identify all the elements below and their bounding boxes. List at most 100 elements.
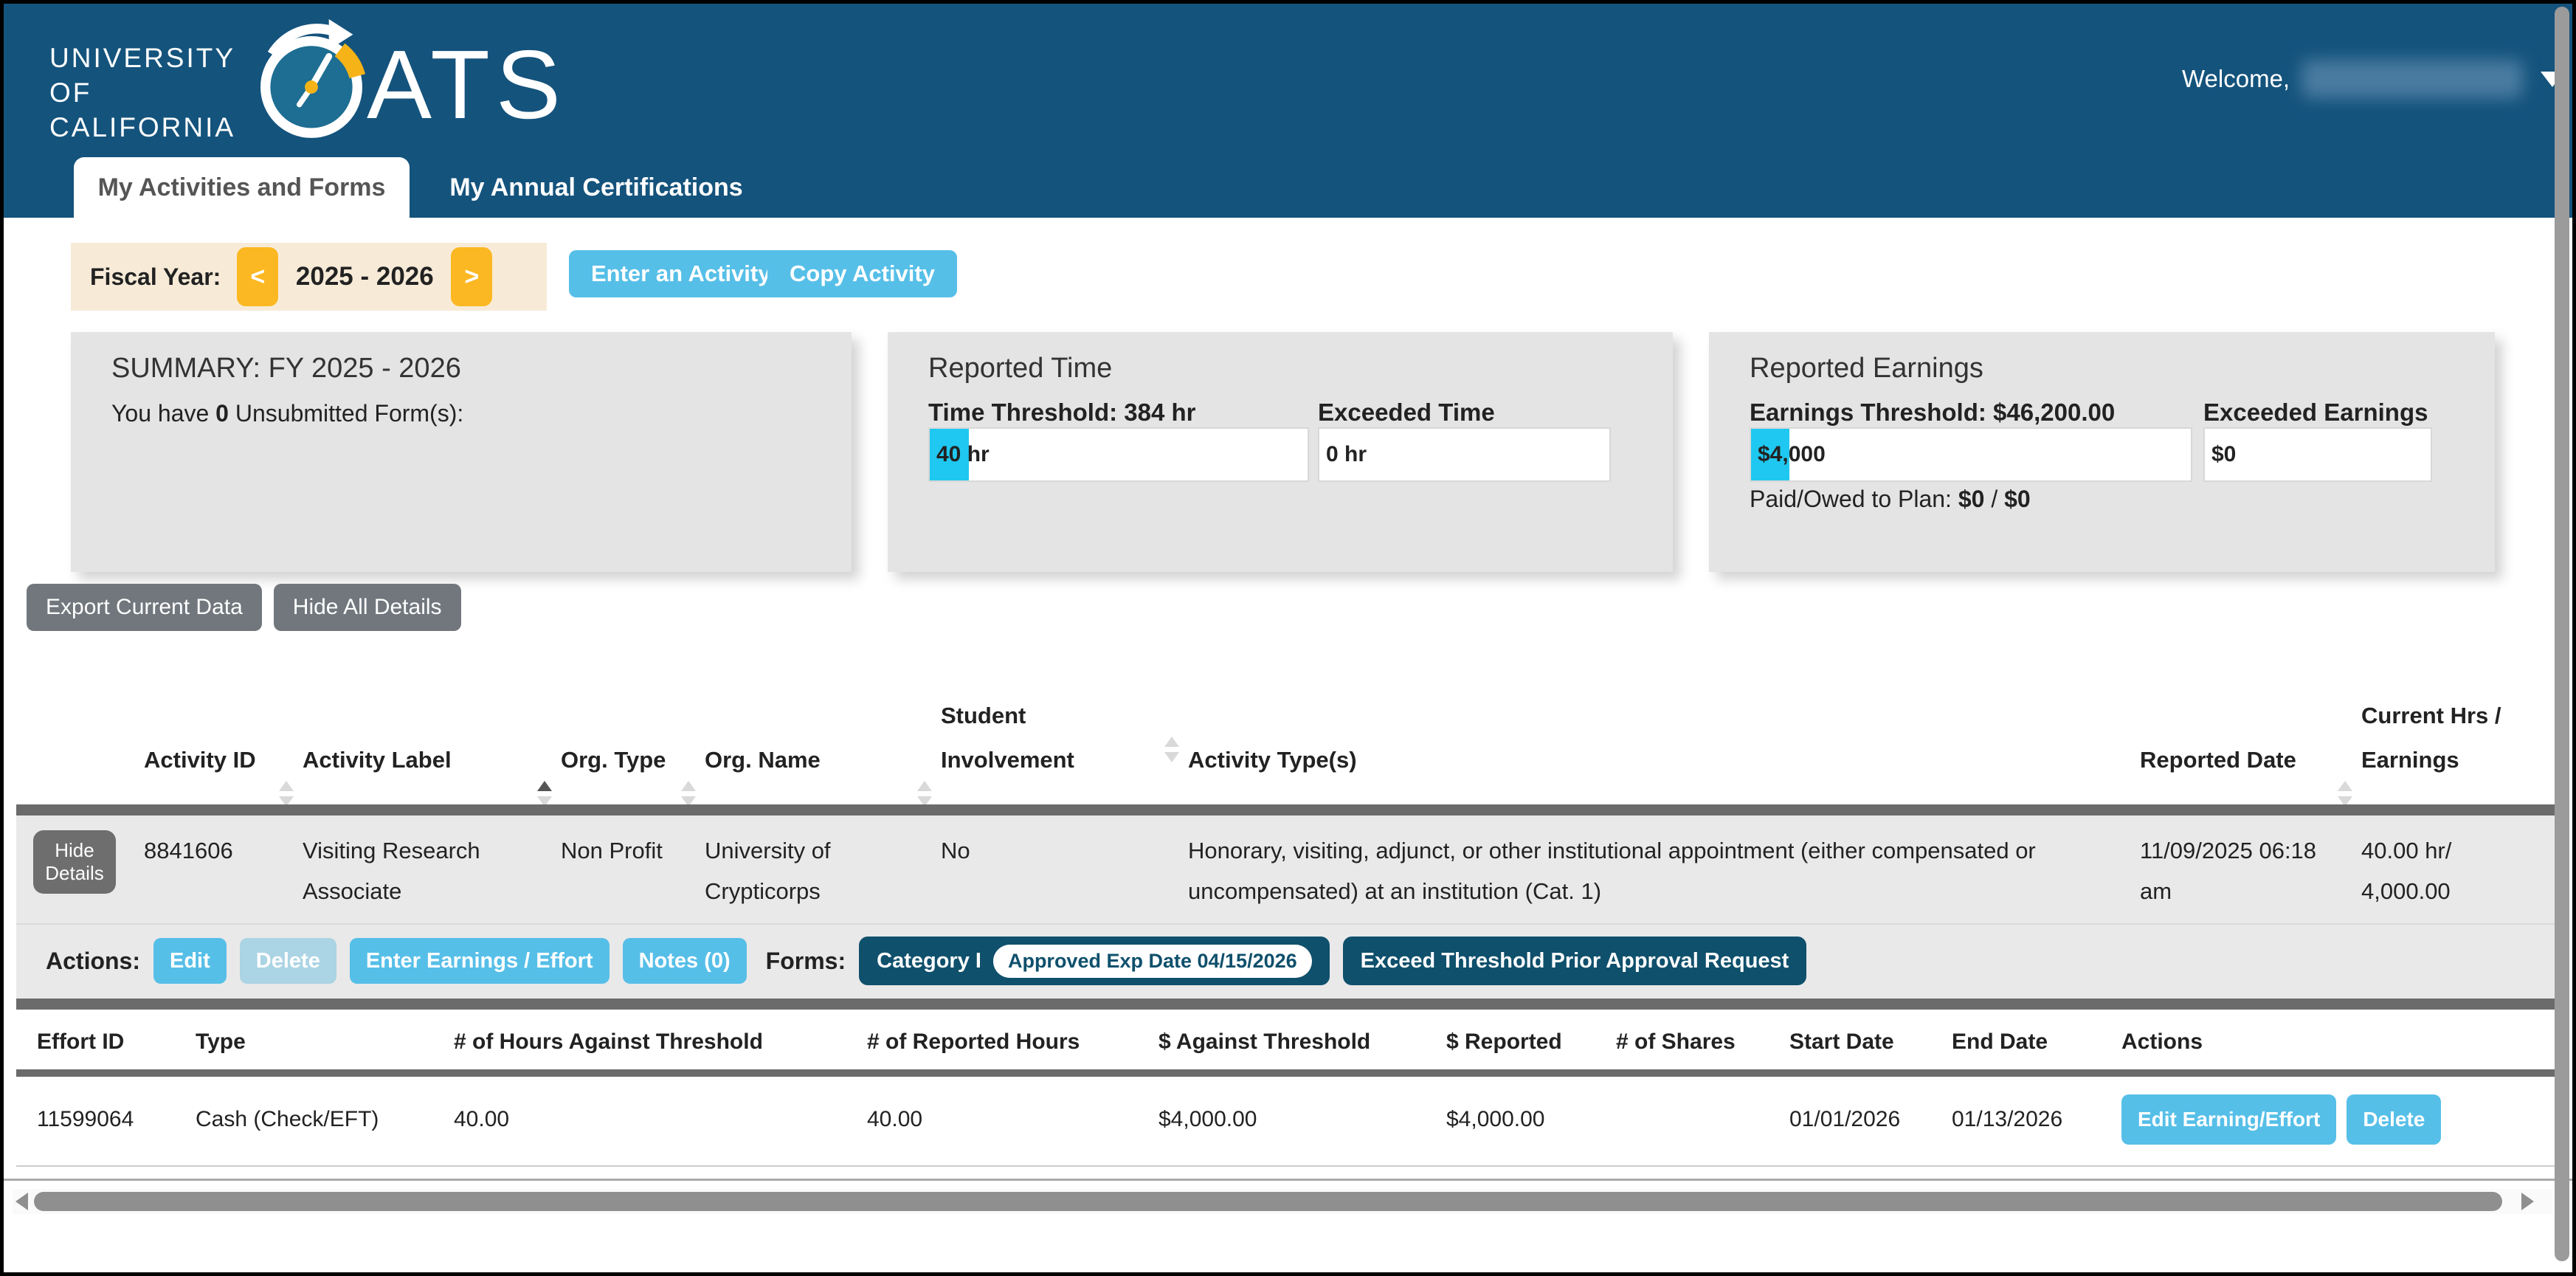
horizontal-scrollbar-thumb[interactable] — [34, 1192, 2502, 1211]
cell-reported-hours: 40.00 — [867, 1107, 1158, 1132]
cell-dollars-against: $4,000.00 — [1158, 1107, 1446, 1132]
column-header-activity-types[interactable]: Activity Type(s) — [1188, 738, 2140, 782]
unsubmitted-forms-line: You have 0 Unsubmitted Form(s): — [111, 400, 463, 427]
cell-hours-against: 40.00 — [454, 1107, 867, 1132]
column-header-activity-id[interactable]: Activity ID — [144, 738, 303, 782]
earnings-reported-value: $4,000 — [1758, 442, 1826, 467]
tab-my-activities-and-forms[interactable]: My Activities and Forms — [74, 157, 410, 218]
table-row: Hide Details 8841606 Visiting Research A… — [16, 815, 2557, 923]
effort-col-start-date: Start Date — [1789, 1030, 1952, 1055]
reported-time-title: Reported Time — [928, 353, 1112, 384]
cell-end-date: 01/13/2026 — [1952, 1107, 2121, 1132]
user-menu[interactable]: Welcome, — [2182, 60, 2564, 98]
copy-activity-button[interactable]: Copy Activity — [767, 250, 957, 297]
cell-org-name: University of Crypticorps — [705, 830, 941, 911]
column-header-org-type[interactable]: Org. Type — [561, 738, 705, 782]
paid-owed-separator: / — [1991, 486, 1997, 512]
unsubmitted-count: 0 — [215, 400, 229, 427]
actions-label: Actions: — [46, 948, 140, 975]
effort-col-dollars-reported: $ Reported — [1446, 1030, 1616, 1055]
effort-col-dollars-against: $ Against Threshold — [1158, 1030, 1446, 1055]
cell-activity-id: 8841606 — [144, 830, 303, 911]
fiscal-year-prev-button[interactable]: < — [237, 247, 278, 306]
exceeded-earnings-bar: $0 — [2203, 427, 2432, 482]
effort-col-type: Type — [196, 1030, 454, 1055]
effort-col-reported-hours: # of Reported Hours — [867, 1030, 1158, 1055]
hide-details-button[interactable]: Hide Details — [33, 830, 116, 894]
effort-table: Effort ID Type # of Hours Against Thresh… — [16, 1013, 2557, 1167]
notes-button[interactable]: Notes (0) — [623, 938, 747, 984]
table-row: 11599064 Cash (Check/EFT) 40.00 40.00 $4… — [16, 1077, 2557, 1167]
column-header-current-hrs-earnings[interactable]: Current Hrs / Earnings — [2361, 694, 2546, 782]
table-bottom-divider — [4, 1179, 2572, 1181]
time-threshold-label: Time Threshold: 384 hr — [928, 399, 1195, 427]
fiscal-year-next-button[interactable]: > — [451, 247, 492, 306]
scroll-left-arrow-icon[interactable] — [15, 1193, 28, 1210]
forms-label: Forms: — [766, 948, 846, 975]
sort-ascending-icon[interactable] — [537, 781, 552, 807]
fiscal-year-selector: Fiscal Year: < 2025 - 2026 > — [71, 243, 547, 311]
edit-earning-effort-button[interactable]: Edit Earning/Effort — [2121, 1094, 2336, 1145]
column-header-activity-label[interactable]: Activity Label — [303, 738, 561, 782]
export-current-data-button[interactable]: Export Current Data — [27, 584, 262, 631]
oats-app-window: UNIVERSITY OF CALIFORNIA ATS Welcome, — [0, 0, 2576, 1276]
welcome-label: Welcome, — [2182, 65, 2290, 93]
app-header: UNIVERSITY OF CALIFORNIA ATS Welcome, — [4, 4, 2572, 218]
reported-earnings-title: Reported Earnings — [1750, 353, 1983, 384]
cell-org-type: Non Profit — [561, 830, 705, 911]
sort-icon[interactable] — [917, 781, 932, 807]
exceed-threshold-request-button[interactable]: Exceed Threshold Prior Approval Request — [1343, 937, 1807, 985]
column-header-reported-date[interactable]: Reported Date — [2140, 738, 2361, 782]
exceeded-time-value: 0 hr — [1326, 442, 1367, 467]
column-header-student-involvement[interactable]: Student Involvement — [941, 694, 1188, 782]
delete-button[interactable]: Delete — [240, 938, 336, 984]
time-reported-value: 40 hr — [936, 442, 990, 467]
tab-my-annual-certifications[interactable]: My Annual Certifications — [445, 157, 747, 218]
summary-panel-title: SUMMARY: FY 2025 - 2026 — [111, 353, 461, 384]
sort-icon[interactable] — [1164, 737, 1179, 762]
edit-button[interactable]: Edit — [153, 938, 227, 984]
unsubmitted-prefix: You have — [111, 400, 209, 427]
earnings-reported-bar: $4,000 — [1750, 427, 2192, 482]
reported-time-panel: Reported Time Time Threshold: 384 hr 40 … — [888, 332, 1673, 572]
redacted-username — [2302, 60, 2523, 98]
scroll-right-arrow-icon[interactable] — [2521, 1193, 2534, 1210]
owed-value: $0 — [2004, 486, 2031, 512]
effort-col-shares: # of Shares — [1616, 1030, 1789, 1055]
uc-wordmark-line1: UNIVERSITY — [49, 41, 235, 75]
earnings-threshold-label: Earnings Threshold: $46,200.00 — [1750, 399, 2115, 427]
activity-row-group: Hide Details 8841606 Visiting Research A… — [16, 804, 2557, 1010]
hide-all-details-button[interactable]: Hide All Details — [274, 584, 461, 631]
enter-activity-button[interactable]: Enter an Activity — [569, 250, 793, 297]
cell-dollars-reported: $4,000.00 — [1446, 1107, 1616, 1132]
horizontal-scrollbar[interactable] — [13, 1189, 2552, 1214]
fiscal-year-value: 2025 - 2026 — [294, 262, 435, 292]
cell-student-involvement: No — [941, 830, 1188, 911]
exceeded-time-label: Exceeded Time — [1318, 399, 1495, 427]
effort-col-effort-id: Effort ID — [37, 1030, 196, 1055]
sort-icon[interactable] — [279, 781, 294, 807]
oats-logo-text: ATS — [367, 36, 567, 134]
fiscal-year-label: Fiscal Year: — [90, 263, 221, 291]
delete-effort-button[interactable]: Delete — [2347, 1094, 2441, 1145]
exceeded-earnings-label: Exceeded Earnings — [2203, 399, 2428, 427]
cell-activity-types: Honorary, visiting, adjunct, or other in… — [1188, 830, 2140, 911]
effort-col-actions: Actions — [2121, 1030, 2557, 1055]
enter-earnings-effort-button[interactable]: Enter Earnings / Effort — [350, 938, 610, 984]
cell-reported-date: 11/09/2025 06:18 am — [2140, 830, 2361, 911]
category-one-form-button[interactable]: Category I Approved Exp Date 04/15/2026 — [859, 937, 1330, 985]
effort-table-header: Effort ID Type # of Hours Against Thresh… — [16, 1013, 2557, 1055]
paid-value: $0 — [1958, 486, 1985, 512]
column-header-org-name[interactable]: Org. Name — [705, 738, 941, 782]
uc-wordmark: UNIVERSITY OF CALIFORNIA — [49, 41, 235, 145]
sort-icon[interactable] — [681, 781, 696, 807]
approved-exp-date-badge: Approved Exp Date 04/15/2026 — [993, 945, 1312, 978]
table-toolbar: Export Current Data Hide All Details — [27, 584, 461, 631]
uc-wordmark-line3: CALIFORNIA — [49, 110, 235, 145]
row-actions-bar: Actions: Edit Delete Enter Earnings / Ef… — [16, 923, 2557, 999]
sort-icon[interactable] — [2338, 781, 2352, 807]
paid-owed-label: Paid/Owed to Plan: — [1750, 486, 1952, 512]
vertical-scrollbar-thumb[interactable] — [2555, 7, 2569, 1261]
oats-logo: ATS — [246, 17, 567, 152]
vertical-scrollbar[interactable] — [2555, 7, 2569, 1270]
